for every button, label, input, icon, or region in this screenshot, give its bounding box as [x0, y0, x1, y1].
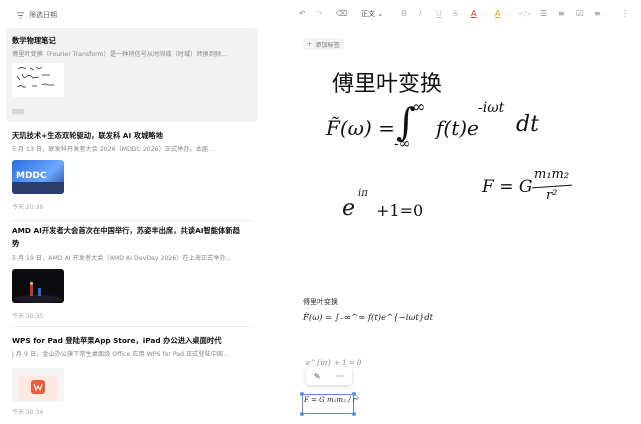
recognized-euler-partial: e^{iπ} + 1 = 0 [306, 359, 362, 366]
handwritten-euler-exp: iπ [358, 188, 368, 199]
italic-icon[interactable]: I [419, 9, 421, 19]
note-card-math-physics[interactable]: 数学物理笔记 傅里叶变换（Fourier Transform）是一种将信号从时间… [6, 28, 258, 122]
bullet-list-icon[interactable]: ☰ [540, 9, 547, 19]
align-icon[interactable]: ≡ [594, 9, 601, 19]
font-color-chevron-icon[interactable]: ⌄ [480, 9, 485, 19]
chevron-down-icon: ⌄ [375, 10, 384, 18]
note-list-panel: 筛选日期 数学物理笔记 傅里叶变换（Fourier Transform）是一种将… [0, 0, 266, 424]
resize-handle-bottom-left[interactable] [300, 412, 304, 416]
handwritten-integrand: f(t)e [436, 116, 479, 140]
highlight-chevron-icon[interactable]: ⌄ [504, 9, 509, 19]
resize-handle-bottom-right[interactable] [352, 412, 356, 416]
note-card-amd[interactable]: AMD AI开发者大会首次在中国举行，苏姿丰出席，共谈AI智能体新趋 势 5 月… [6, 222, 258, 322]
note-thumbnail-amd-stage [12, 269, 64, 303]
resize-handle-top-left[interactable] [300, 392, 304, 396]
handwritten-fourier-lhs: F̃(ω) = [326, 116, 395, 140]
note-thumbnail-wps [12, 368, 64, 402]
handwritten-gravity-den: r² [546, 188, 558, 203]
plus-icon: + [307, 40, 313, 48]
handwritten-exponent: -iωt [478, 100, 505, 116]
checklist-icon[interactable]: ☑ [576, 9, 583, 19]
handwritten-integral-upper: ∞ [412, 97, 426, 116]
edit-pen-icon[interactable]: ✎ [314, 372, 321, 381]
filter-icon [16, 11, 25, 19]
redo-icon[interactable]: ↷ [316, 9, 323, 19]
mddc-logo-text: MDDC [16, 171, 47, 181]
handwritten-euler-rest: +1=0 [376, 201, 424, 220]
code-icon[interactable]: </> [518, 9, 532, 19]
list-divider [12, 326, 252, 327]
note-title: WPS for Pad 登陆苹果App Store，iPad 办公进入桌面时代 [12, 336, 222, 345]
highlight-icon[interactable]: A [495, 9, 500, 19]
handwritten-integral-lower: -∞ [394, 136, 411, 152]
note-snippet: 5 月 13 日，联发科开发者大会 2026（MDDC 2026）正式举办。本届… [12, 146, 214, 153]
handwritten-gravity-lhs: F = G [482, 177, 533, 197]
underline-icon[interactable]: U [436, 9, 442, 19]
note-card-mediatek[interactable]: 天玑技术+生态双轮驱动，联发科 AI 攻城略地 5 月 13 日，联发科开发者大… [6, 124, 258, 214]
handwritten-euler-e: e [342, 196, 356, 221]
note-timestamp: 刚刚 [12, 109, 25, 116]
align-chevron-icon[interactable]: ⌄ [603, 9, 608, 19]
note-snippet: J 月 9 日，金山办公旗下常生桌面级 Office 应用 WPS for Pa… [12, 351, 230, 358]
strikethrough-icon[interactable]: S [453, 9, 458, 19]
note-timestamp: 今天 20:35 [12, 313, 44, 320]
more-icon[interactable]: ⋮ [621, 9, 629, 19]
handwritten-dt: dt [516, 112, 539, 137]
note-snippet: 5 月 19 日，AMD AI 开发者大会（AMD AI DevDay 2026… [12, 255, 232, 262]
formula-mini-toolbar: ✎ ··· [306, 367, 352, 385]
clear-format-icon[interactable]: ⌫ [336, 9, 347, 19]
note-timestamp: 今天 20:34 [12, 409, 44, 416]
undo-icon[interactable]: ↶ [299, 9, 306, 19]
note-card-wps[interactable]: WPS for Pad 登陆苹果App Store，iPad 办公进入桌面时代 … [6, 328, 258, 422]
paragraph-style-select[interactable]: 正文 ⌄ [361, 9, 383, 19]
note-timestamp: 今天 20:36 [12, 204, 44, 211]
paragraph-style-label: 正文 [361, 10, 375, 18]
numbered-list-icon[interactable]: ≡ [558, 9, 565, 19]
add-tag-label: 添加标签 [315, 41, 340, 49]
font-color-icon[interactable]: A [471, 9, 476, 19]
note-title: 天玑技术+生态双轮驱动，联发科 AI 攻城略地 [12, 131, 163, 140]
filter-date-label: 筛选日期 [29, 11, 57, 19]
note-thumbnail-mddc: MDDC [12, 160, 64, 194]
handwriting-canvas[interactable]: 傅里叶变换 F̃(ω) = ∫ ∞ -∞ f(t)e -iωt dt e iπ … [266, 60, 641, 230]
note-title: 数学物理笔记 [12, 36, 56, 45]
note-title-line1: AMD AI开发者大会首次在中国举行，苏姿丰出席，共谈AI智能体新趋 [12, 226, 240, 235]
more-options-icon[interactable]: ··· [336, 372, 344, 381]
bold-icon[interactable]: B [401, 9, 407, 19]
note-editor: ↶ ↷ ⌫ 正文 ⌄ B I U S A ⌄ A ⌄ </> ☰ ≡ ☑ ≡ ⌄… [266, 0, 641, 424]
selected-gravity-formula: F = G m₁m₂ / r² [304, 396, 359, 404]
resize-handle-top-right[interactable] [352, 392, 356, 396]
filter-date-button[interactable]: 筛选日期 [16, 8, 57, 22]
add-tag-button[interactable]: + 添加标签 [303, 38, 344, 50]
recognized-fourier-formula[interactable]: F̃(ω) = ∫₋∞^∞ f(t)e^{−iωt}dt [303, 313, 433, 323]
note-title-line2: 势 [12, 239, 20, 248]
recognized-title: 傅里叶变换 [303, 298, 338, 306]
note-thumbnail-handwriting [12, 63, 64, 97]
editor-toolbar: ↶ ↷ ⌫ 正文 ⌄ B I U S A ⌄ A ⌄ </> ☰ ≡ ☑ ≡ ⌄… [266, 4, 641, 26]
handwritten-gravity-num: m₁m₂ [534, 167, 570, 182]
list-divider [12, 220, 252, 221]
note-snippet: 傅里叶变换（Fourier Transform）是一种将信号从时间域（时域）转换… [12, 51, 227, 58]
handwritten-title: 傅里叶变换 [332, 72, 443, 97]
